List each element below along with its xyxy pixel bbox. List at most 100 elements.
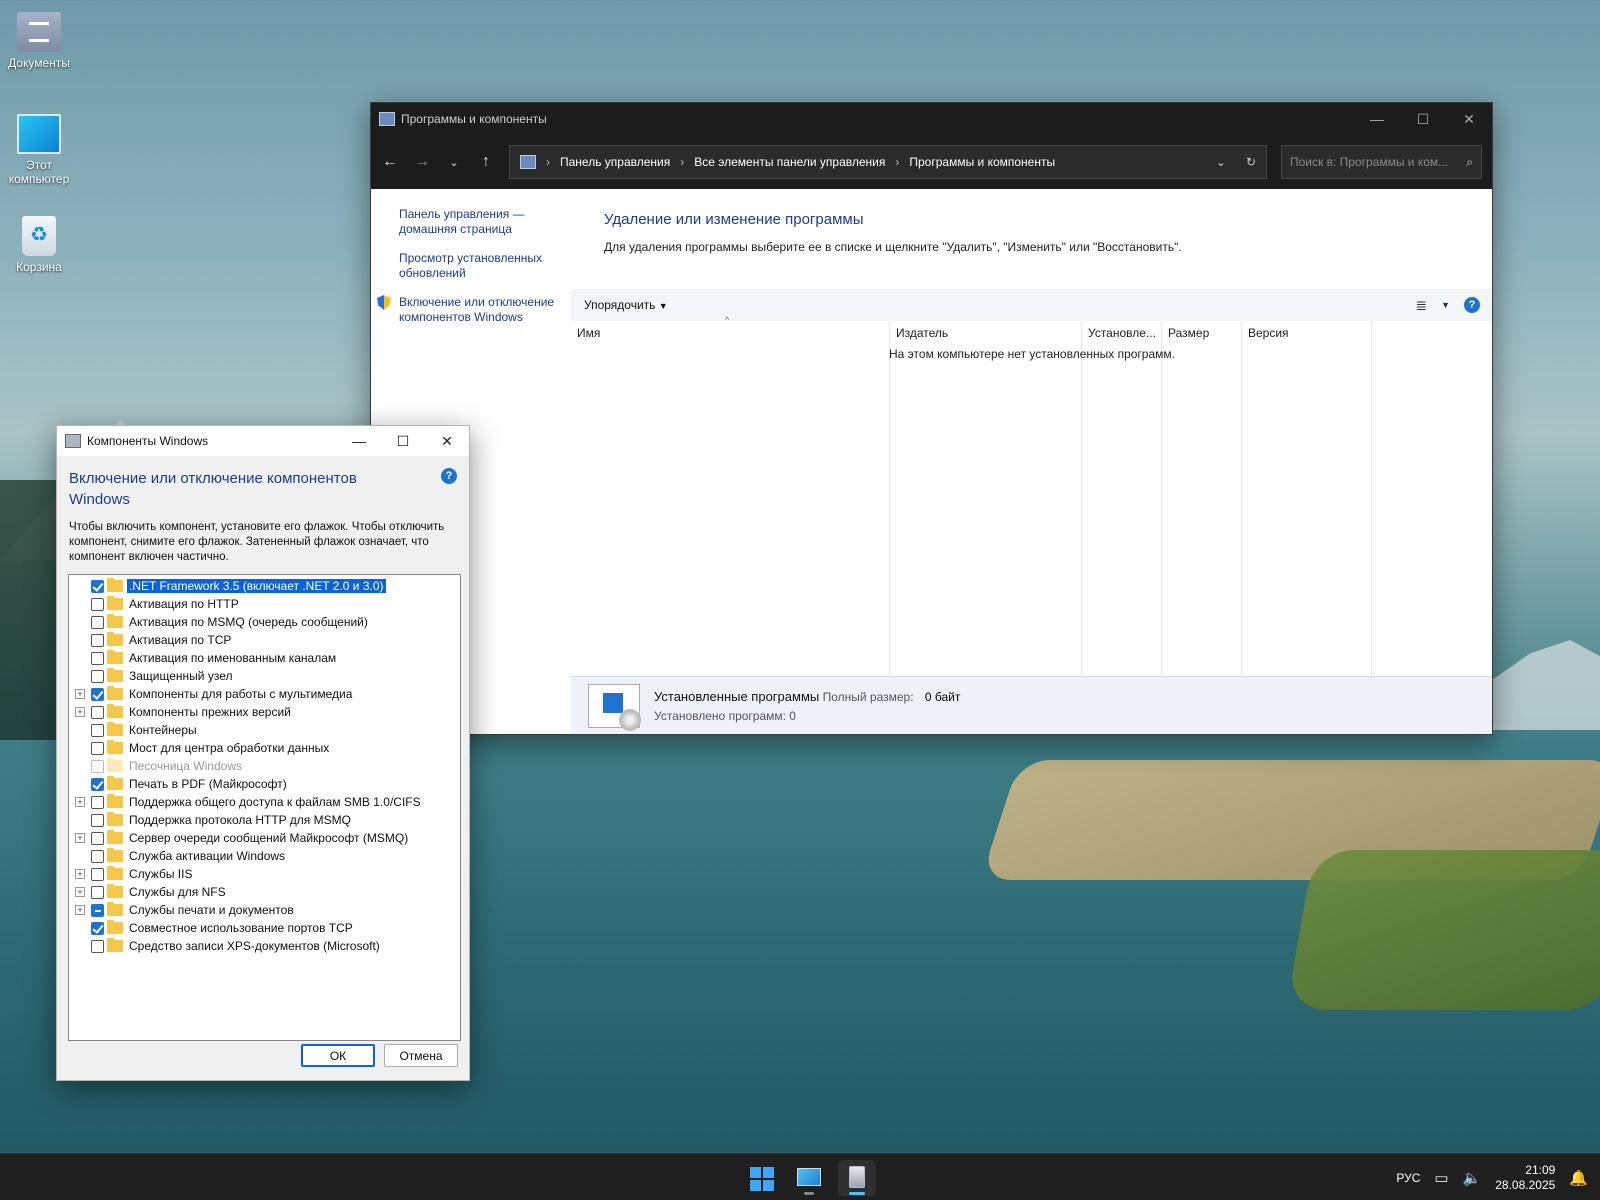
- feature-row[interactable]: .NET Framework 3.5 (включает .NET 2.0 и …: [69, 577, 460, 595]
- feature-row[interactable]: + Службы для NFS: [69, 883, 460, 901]
- ok-button[interactable]: ОК: [301, 1044, 375, 1067]
- column-header-installed-on[interactable]: Установле...: [1082, 321, 1156, 343]
- feature-row[interactable]: Активация по MSMQ (очередь сообщений): [69, 613, 460, 631]
- feature-checkbox[interactable]: [91, 921, 104, 935]
- link-view-installed-updates[interactable]: Просмотр установленных обновлений: [399, 251, 549, 281]
- feature-row[interactable]: + Поддержка общего доступа к файлам SMB 1…: [69, 793, 460, 811]
- link-windows-features[interactable]: Включение или отключение компонентов Win…: [399, 295, 564, 325]
- cancel-button[interactable]: Отмена: [384, 1044, 458, 1067]
- feature-checkbox[interactable]: [91, 723, 104, 737]
- expand-icon[interactable]: +: [75, 689, 85, 699]
- address-bar[interactable]: › Панель управления › Все элементы панел…: [509, 145, 1267, 179]
- feature-checkbox[interactable]: [91, 705, 104, 719]
- recent-locations-button[interactable]: ⌄: [445, 156, 463, 169]
- feature-checkbox[interactable]: [91, 795, 104, 809]
- taskbar-control-panel[interactable]: [790, 1160, 828, 1196]
- column-header-size[interactable]: Размер: [1162, 321, 1209, 343]
- language-indicator[interactable]: РУС: [1396, 1171, 1420, 1185]
- network-icon[interactable]: ▭: [1434, 1169, 1448, 1187]
- feature-row[interactable]: + Службы IIS: [69, 865, 460, 883]
- column-divider[interactable]: [1081, 321, 1082, 711]
- expand-icon[interactable]: +: [75, 797, 85, 807]
- volume-icon[interactable]: 🔈: [1463, 1169, 1482, 1187]
- address-dropdown-icon[interactable]: ⌄: [1216, 155, 1226, 169]
- breadcrumb-item[interactable]: Программы и компоненты: [909, 155, 1055, 169]
- help-icon[interactable]: ?: [1464, 297, 1480, 313]
- dialog-titlebar[interactable]: Компоненты Windows — ☐ ✕: [57, 426, 469, 456]
- feature-row[interactable]: Поддержка протокола HTTP для MSMQ: [69, 811, 460, 829]
- minimize-button[interactable]: —: [337, 433, 381, 450]
- clock[interactable]: 21:09 28.08.2025: [1495, 1163, 1555, 1193]
- feature-row[interactable]: + Службы печати и документов: [69, 901, 460, 919]
- feature-checkbox[interactable]: [91, 579, 104, 593]
- breadcrumb-item[interactable]: Все элементы панели управления: [694, 155, 885, 169]
- column-header-name[interactable]: Имя: [571, 321, 600, 343]
- feature-checkbox[interactable]: [91, 615, 104, 629]
- expand-icon[interactable]: +: [75, 869, 85, 879]
- feature-checkbox[interactable]: [91, 867, 104, 881]
- search-input[interactable]: Поиск в: Программы и ком... ⌕: [1281, 145, 1482, 179]
- refresh-icon[interactable]: ↻: [1246, 155, 1256, 169]
- close-button[interactable]: ✕: [1446, 111, 1492, 128]
- feature-checkbox[interactable]: [91, 687, 104, 701]
- feature-row[interactable]: Печать в PDF (Майкрософт): [69, 775, 460, 793]
- feature-checkbox[interactable]: [91, 903, 104, 917]
- up-button[interactable]: ↑: [477, 153, 495, 171]
- column-divider[interactable]: [1161, 321, 1162, 711]
- link-control-panel-home[interactable]: Панель управления — домашняя страница: [399, 207, 539, 237]
- feature-row[interactable]: Активация по TCP: [69, 631, 460, 649]
- feature-checkbox[interactable]: [91, 633, 104, 647]
- forward-button[interactable]: →: [413, 153, 431, 171]
- help-icon[interactable]: ?: [441, 468, 457, 484]
- column-divider[interactable]: [1241, 321, 1242, 711]
- feature-checkbox[interactable]: [91, 741, 104, 755]
- column-divider[interactable]: [1371, 321, 1372, 711]
- feature-row[interactable]: Активация по HTTP: [69, 595, 460, 613]
- notifications-icon[interactable]: 🔔: [1569, 1169, 1588, 1187]
- feature-checkbox[interactable]: [91, 813, 104, 827]
- feature-checkbox[interactable]: [91, 777, 104, 791]
- feature-checkbox[interactable]: [91, 849, 104, 863]
- desktop-icon-this-pc[interactable]: Этот компьютер: [0, 114, 78, 186]
- expand-icon[interactable]: +: [75, 887, 85, 897]
- minimize-button[interactable]: —: [1354, 111, 1400, 128]
- feature-row[interactable]: Активация по именованным каналам: [69, 649, 460, 667]
- feature-row[interactable]: Служба активации Windows: [69, 847, 460, 865]
- desktop-icon-recycle-bin[interactable]: Корзина: [0, 216, 78, 274]
- organize-button[interactable]: Упорядочить ▼: [584, 298, 668, 312]
- start-button[interactable]: [742, 1160, 780, 1196]
- feature-checkbox[interactable]: [91, 831, 104, 845]
- feature-row[interactable]: Мост для центра обработки данных: [69, 739, 460, 757]
- features-tree[interactable]: .NET Framework 3.5 (включает .NET 2.0 и …: [68, 574, 461, 1041]
- feature-checkbox[interactable]: [91, 939, 104, 953]
- feature-row[interactable]: Средство записи XPS-документов (Microsof…: [69, 937, 460, 955]
- column-header-publisher[interactable]: Издатель: [890, 321, 948, 343]
- feature-checkbox[interactable]: [91, 669, 104, 683]
- search-icon[interactable]: ⌕: [1466, 155, 1473, 170]
- view-dropdown-icon[interactable]: ▼: [1441, 300, 1450, 310]
- column-divider[interactable]: [889, 321, 890, 711]
- view-options-icon[interactable]: ≣: [1415, 297, 1427, 314]
- feature-checkbox[interactable]: [91, 651, 104, 665]
- feature-row[interactable]: Совместное использование портов TCP: [69, 919, 460, 937]
- breadcrumb-item[interactable]: Панель управления: [560, 155, 670, 169]
- programs-list[interactable]: ^ Имя Издатель Установле... Размер Верси…: [571, 315, 1492, 711]
- feature-row[interactable]: + Сервер очереди сообщений Майкрософт (MS…: [69, 829, 460, 847]
- feature-checkbox[interactable]: [91, 885, 104, 899]
- expand-icon[interactable]: +: [75, 833, 85, 843]
- programs-titlebar[interactable]: Программы и компоненты — ☐ ✕: [371, 103, 1492, 135]
- feature-row[interactable]: Защищенный узел: [69, 667, 460, 685]
- column-header-version[interactable]: Версия: [1242, 321, 1289, 343]
- desktop-icon-documents[interactable]: Документы: [0, 12, 78, 70]
- feature-row[interactable]: + Компоненты для работы с мультимедиа: [69, 685, 460, 703]
- feature-checkbox[interactable]: [91, 597, 104, 611]
- maximize-button[interactable]: ☐: [1400, 111, 1446, 128]
- maximize-button[interactable]: ☐: [381, 433, 425, 450]
- back-button[interactable]: ←: [381, 153, 399, 171]
- close-button[interactable]: ✕: [425, 433, 469, 450]
- feature-row[interactable]: + Компоненты прежних версий: [69, 703, 460, 721]
- taskbar-programs-features[interactable]: [838, 1160, 876, 1196]
- expand-icon[interactable]: +: [75, 707, 85, 717]
- feature-row[interactable]: Контейнеры: [69, 721, 460, 739]
- expand-icon[interactable]: +: [75, 905, 85, 915]
